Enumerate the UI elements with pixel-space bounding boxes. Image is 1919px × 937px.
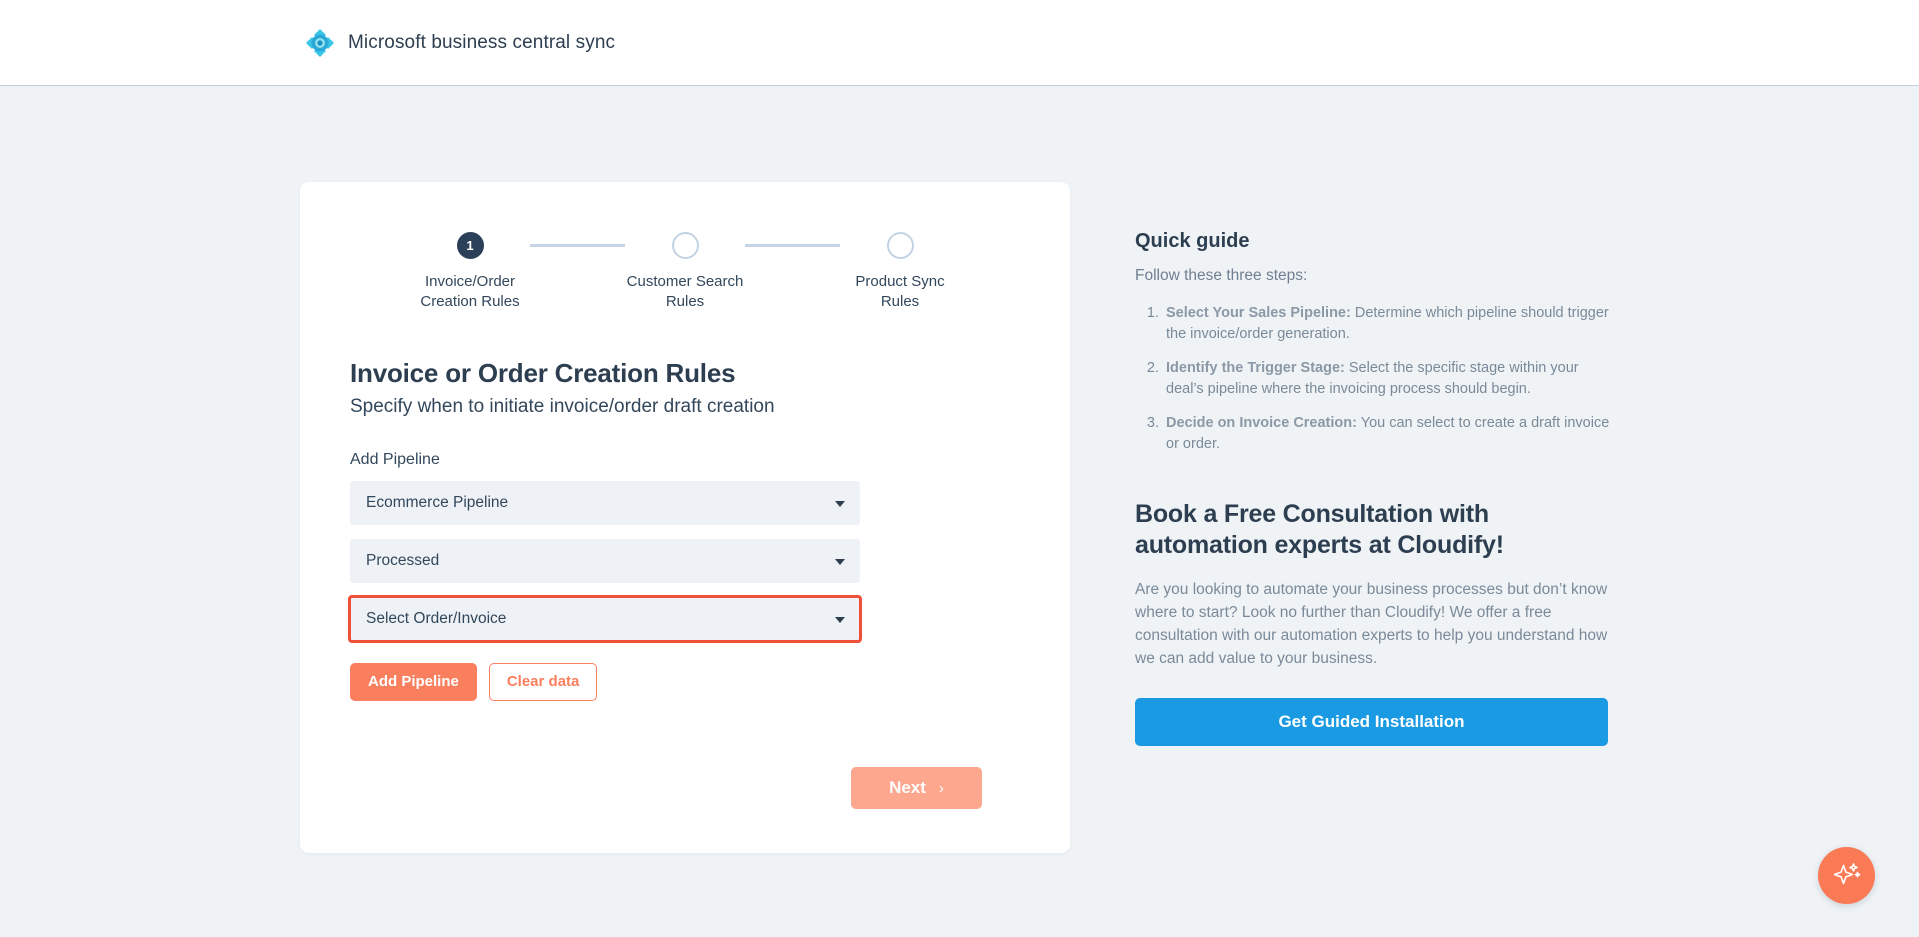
page-title: Invoice or Order Creation Rules xyxy=(350,358,736,388)
chevron-down-icon xyxy=(835,617,845,623)
page-body: 1 Invoice/Order Creation Rules Customer … xyxy=(0,86,1919,853)
stage-select[interactable]: Processed xyxy=(350,539,860,583)
page-subtitle: Specify when to initiate invoice/order d… xyxy=(350,396,775,417)
order-invoice-select-value: Select Order/Invoice xyxy=(366,610,507,627)
step-1-invoice-order-creation-rules[interactable]: 1 Invoice/Order Creation Rules xyxy=(410,232,530,312)
ai-assistant-fab[interactable] xyxy=(1818,847,1875,904)
app-title: Microsoft business central sync xyxy=(348,31,616,53)
pipeline-select-value: Ecommerce Pipeline xyxy=(366,494,509,511)
list-item: Select Your Sales Pipeline: Determine wh… xyxy=(1163,303,1615,345)
chevron-right-icon: › xyxy=(938,779,944,797)
step-3-product-sync-rules[interactable]: Product Sync Rules xyxy=(840,232,960,312)
app-header: Microsoft business central sync xyxy=(0,0,1919,86)
step-3-dot xyxy=(886,232,914,259)
step-3-label: Product Sync Rules xyxy=(855,273,945,310)
step-2-label: Customer Search Rules xyxy=(626,273,744,310)
guide-step-1-bold: Select Your Sales Pipeline: xyxy=(1166,305,1351,321)
wizard-card: 1 Invoice/Order Creation Rules Customer … xyxy=(300,182,1070,853)
next-button-label: Next xyxy=(889,778,926,797)
add-pipeline-label: Add Pipeline xyxy=(350,451,440,468)
list-item: Decide on Invoice Creation: You can sele… xyxy=(1163,413,1615,455)
order-invoice-select[interactable]: Select Order/Invoice xyxy=(348,595,862,643)
step-1-dot: 1 xyxy=(456,232,484,259)
pipeline-actions: Add Pipeline Clear data xyxy=(350,663,1020,701)
step-connector-1 xyxy=(530,244,625,247)
step-2-dot xyxy=(671,232,699,259)
chevron-down-icon xyxy=(835,559,845,565)
pipeline-select[interactable]: Ecommerce Pipeline xyxy=(350,481,860,525)
promo-text: Are you looking to automate your busines… xyxy=(1135,581,1608,667)
microsoft-dynamics-logo-icon xyxy=(305,28,335,58)
quick-guide-title: Quick guide xyxy=(1135,230,1250,252)
brand: Microsoft business central sync xyxy=(305,28,615,58)
stage-select-value: Processed xyxy=(366,552,440,569)
guide-step-3-bold: Decide on Invoice Creation: xyxy=(1166,415,1357,431)
list-item: Identify the Trigger Stage: Select the s… xyxy=(1163,358,1615,400)
wizard-footer: Next › xyxy=(350,767,1020,809)
sparkle-icon xyxy=(1832,859,1862,892)
next-button[interactable]: Next › xyxy=(851,767,982,809)
promo-title: Book a Free Consultation with automation… xyxy=(1135,500,1504,559)
step-connector-2 xyxy=(745,244,840,247)
quick-guide-intro: Follow these three steps: xyxy=(1135,267,1308,284)
guide-step-2-bold: Identify the Trigger Stage: xyxy=(1166,360,1345,376)
step-2-customer-search-rules[interactable]: Customer Search Rules xyxy=(625,232,745,312)
wizard-stepper: 1 Invoice/Order Creation Rules Customer … xyxy=(350,224,1020,312)
sidebar: Quick guide Follow these three steps: Se… xyxy=(1135,182,1615,746)
get-guided-installation-button[interactable]: Get Guided Installation xyxy=(1135,698,1608,746)
chevron-down-icon xyxy=(835,501,845,507)
clear-data-button[interactable]: Clear data xyxy=(488,663,598,701)
step-1-label: Invoice/Order Creation Rules xyxy=(420,273,520,310)
add-pipeline-button[interactable]: Add Pipeline xyxy=(350,663,477,701)
quick-guide-list: Select Your Sales Pipeline: Determine wh… xyxy=(1135,303,1615,455)
